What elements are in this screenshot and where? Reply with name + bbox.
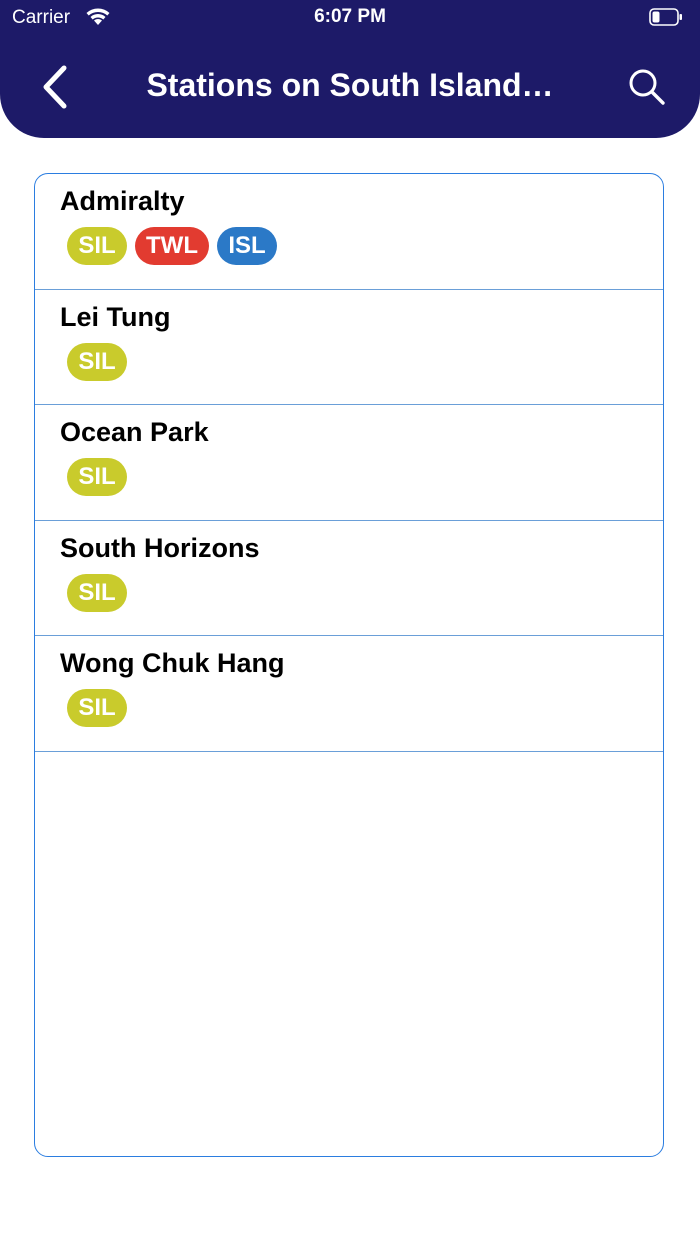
station-name: Wong Chuk Hang — [60, 648, 285, 678]
status-bar: Carrier 6:07 PM — [0, 0, 700, 36]
line-badges: SIL — [67, 342, 127, 381]
station-row-admiralty[interactable]: Admiralty SIL TWL ISL — [35, 174, 663, 290]
station-list: Admiralty SIL TWL ISL Lei Tung SIL Ocean… — [34, 173, 664, 1157]
line-badge-twl: TWL — [135, 227, 209, 265]
back-button[interactable] — [30, 62, 80, 112]
line-badges: SIL — [67, 689, 127, 727]
line-badge-sil: SIL — [67, 458, 127, 496]
line-badges: SIL TWL ISL — [67, 227, 277, 265]
line-badge-isl: ISL — [216, 227, 277, 265]
station-row-lei-tung[interactable]: Lei Tung SIL — [35, 290, 663, 405]
station-name: Admiralty — [60, 186, 185, 216]
search-icon — [629, 69, 665, 105]
line-badges: SIL — [67, 573, 127, 612]
station-row-wong-chuk-hang[interactable]: Wong Chuk Hang SIL — [35, 636, 663, 752]
station-name: South Horizons — [60, 532, 260, 563]
page-title: Stations on South Island… — [146, 67, 554, 103]
battery-icon — [649, 8, 683, 26]
header: Carrier 6:07 PM Stations on South Island… — [0, 0, 700, 138]
chevron-left-icon — [43, 65, 67, 109]
station-name: Ocean Park — [60, 417, 209, 447]
line-badge-sil: SIL — [67, 342, 127, 381]
line-badges: SIL — [67, 458, 127, 496]
station-name: Lei Tung — [60, 301, 171, 332]
line-badge-sil: SIL — [67, 227, 127, 265]
station-row-south-horizons[interactable]: South Horizons SIL — [35, 521, 663, 636]
search-button[interactable] — [622, 62, 672, 112]
line-badge-sil: SIL — [67, 689, 127, 727]
station-row-ocean-park[interactable]: Ocean Park SIL — [35, 405, 663, 521]
line-badge-sil: SIL — [67, 573, 127, 612]
clock: 6:07 PM — [314, 6, 386, 27]
navigation-bar: Stations on South Island… — [0, 52, 700, 122]
